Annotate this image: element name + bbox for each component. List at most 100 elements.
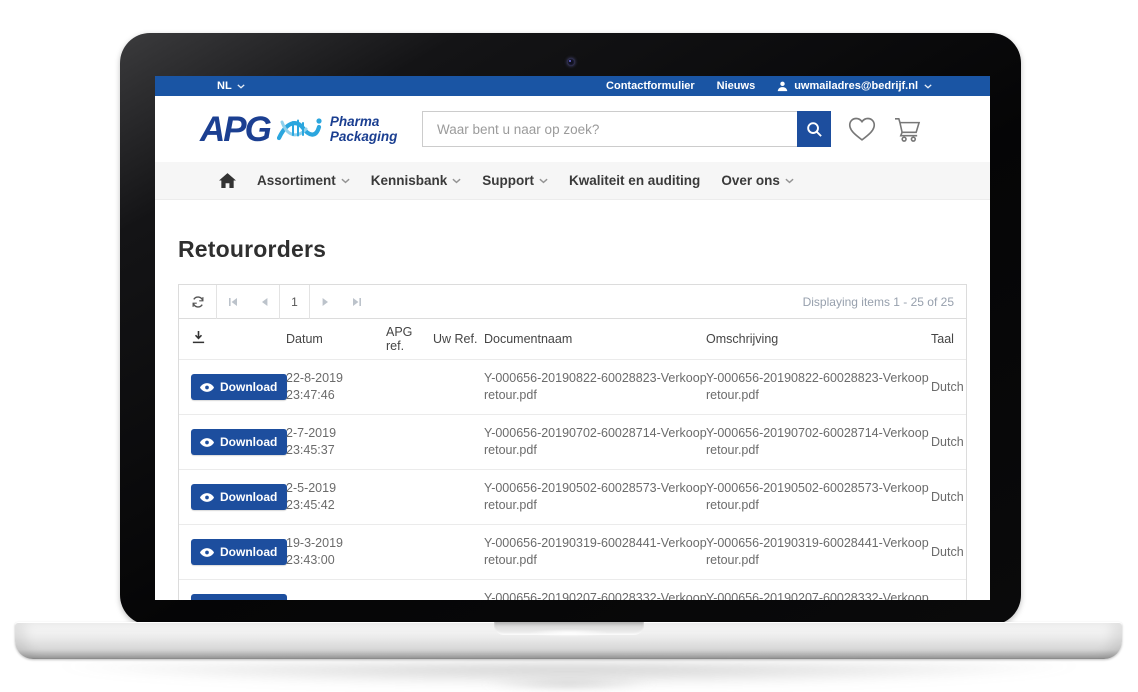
logo-wordmark: APG: [200, 112, 270, 147]
chevron-down-icon: [237, 84, 245, 89]
download-column-header: [191, 330, 286, 348]
prev-page-button[interactable]: [248, 285, 279, 319]
nav-item-kennisbank[interactable]: Kennisbank: [367, 173, 466, 188]
table-row: Download 7-2-2019 Y-000656-20190207-6002…: [179, 579, 966, 600]
contact-form-link[interactable]: Contactformulier: [606, 80, 695, 92]
language-selector[interactable]: NL: [217, 80, 245, 92]
download-icon: [191, 330, 206, 345]
news-link[interactable]: Nieuws: [717, 80, 756, 92]
time-value: 23:45:42: [286, 497, 386, 514]
table-row: Download 22-8-2019 23:47:46 Y-000656-201…: [179, 359, 966, 414]
wishlist-button[interactable]: [848, 116, 876, 142]
language-label: NL: [217, 80, 232, 92]
laptop-base-notch: [494, 622, 644, 635]
nav-item-kwaliteit-en-auditing[interactable]: Kwaliteit en auditing: [565, 173, 704, 188]
top-utility-bar: NL Contactformulier Nieuws uwmailadres@b…: [155, 76, 990, 96]
page-content: Retourorders: [155, 200, 990, 600]
documentnaam-cell: Y-000656-20190502-60028573-Verkoop retou…: [484, 480, 706, 514]
apg-logo[interactable]: APG Pharma Packaging: [200, 111, 418, 147]
download-cell: Download: [191, 539, 286, 565]
datum-cell: 7-2-2019: [286, 599, 386, 601]
omschrijving-cell: Y-000656-20190207-60028332-Verkoop retou…: [706, 590, 931, 600]
prev-page-icon: [260, 297, 268, 307]
refresh-icon: [191, 295, 205, 309]
datum-cell: 19-3-2019 23:43:00: [286, 535, 386, 569]
heart-icon: [848, 116, 876, 142]
download-button[interactable]: Download: [191, 594, 287, 600]
download-button-label: Download: [220, 490, 277, 504]
refresh-button[interactable]: [179, 285, 217, 319]
column-header-datum: Datum: [286, 332, 386, 346]
documentnaam-cell: Y-000656-20190702-60028714-Verkoop retou…: [484, 425, 706, 459]
nav-home-button[interactable]: [219, 173, 240, 188]
chevron-down-icon: [341, 178, 350, 184]
chevron-down-icon: [539, 178, 548, 184]
chevron-down-icon: [785, 178, 794, 184]
taal-cell: Dutch: [931, 435, 954, 449]
eye-icon: [200, 493, 214, 502]
download-button[interactable]: Download: [191, 484, 287, 510]
retourorders-table: 1 Displaying items 1 - 25 of 25: [178, 284, 967, 600]
search-input[interactable]: [422, 111, 797, 147]
omschrijving-cell: Y-000656-20190822-60028823-Verkoop retou…: [706, 370, 931, 404]
cart-icon: [893, 116, 924, 143]
nav-item-over-ons[interactable]: Over ons: [717, 173, 798, 188]
user-email-label: uwmailadres@bedrijf.nl: [794, 80, 918, 92]
table-toolbar: 1 Displaying items 1 - 25 of 25: [179, 285, 966, 319]
date-value: 2-7-2019: [286, 425, 386, 442]
download-button[interactable]: Download: [191, 374, 287, 400]
search-bar: [422, 111, 831, 147]
eye-icon: [200, 438, 214, 447]
date-value: 7-2-2019: [286, 599, 386, 601]
logo-tagline: Pharma Packaging: [330, 114, 398, 144]
omschrijving-cell: Y-000656-20190319-60028441-Verkoop retou…: [706, 535, 931, 569]
date-value: 2-5-2019: [286, 480, 386, 497]
download-cell: Download: [191, 484, 286, 510]
site-header: APG Pharma Packaging: [155, 96, 990, 162]
first-page-button[interactable]: [217, 285, 248, 319]
webcam-dot: [567, 58, 575, 66]
column-header-taal: Taal: [931, 332, 954, 346]
search-button[interactable]: [797, 111, 831, 147]
taal-cell: Dutch: [931, 380, 954, 394]
table-header-row: Datum APG ref. Uw Ref. Documentnaam Omsc…: [179, 319, 966, 359]
date-value: 19-3-2019: [286, 535, 386, 552]
documentnaam-cell: Y-000656-20190822-60028823-Verkoop retou…: [484, 370, 706, 404]
taal-cell: Dutch: [931, 545, 954, 559]
column-header-uw-ref: Uw Ref.: [433, 332, 484, 346]
table-body: Download 22-8-2019 23:47:46 Y-000656-201…: [179, 359, 966, 600]
laptop-reflection: [479, 678, 659, 690]
last-page-icon: [352, 297, 362, 307]
nav-item-assortiment[interactable]: Assortiment: [253, 173, 354, 188]
omschrijving-cell: Y-000656-20190502-60028573-Verkoop retou…: [706, 480, 931, 514]
last-page-button[interactable]: [341, 285, 372, 319]
documentnaam-cell: Y-000656-20190319-60028441-Verkoop retou…: [484, 535, 706, 569]
nav-item-support[interactable]: Support: [478, 173, 552, 188]
cart-button[interactable]: [893, 116, 924, 143]
time-value: 23:45:37: [286, 442, 386, 459]
table-row: Download 2-7-2019 23:45:37 Y-000656-2019…: [179, 414, 966, 469]
download-button-label: Download: [220, 545, 277, 559]
current-page-indicator: 1: [279, 285, 310, 319]
taal-cell: Dutch: [931, 490, 954, 504]
user-icon: [777, 81, 788, 92]
first-page-icon: [228, 297, 238, 307]
column-header-documentnaam: Documentnaam: [484, 332, 706, 346]
home-icon: [219, 173, 236, 188]
column-header-apg-ref: APG ref.: [386, 325, 433, 353]
page-title: Retourorders: [178, 236, 967, 263]
datum-cell: 2-5-2019 23:45:42: [286, 480, 386, 514]
download-button-label: Download: [220, 435, 277, 449]
next-page-button[interactable]: [310, 285, 341, 319]
user-account-menu[interactable]: uwmailadres@bedrijf.nl: [777, 80, 932, 92]
column-header-omschrijving: Omschrijving: [706, 332, 931, 346]
download-button[interactable]: Download: [191, 429, 287, 455]
download-button[interactable]: Download: [191, 539, 287, 565]
download-cell: Download: [191, 374, 286, 400]
time-value: 23:47:46: [286, 387, 386, 404]
main-nav: Assortiment Kennisbank Support Kwaliteit…: [155, 162, 990, 200]
next-page-icon: [322, 297, 330, 307]
time-value: 23:43:00: [286, 552, 386, 569]
laptop-mockup: NL Contactformulier Nieuws uwmailadres@b…: [0, 0, 1138, 692]
download-cell: Download: [191, 429, 286, 455]
